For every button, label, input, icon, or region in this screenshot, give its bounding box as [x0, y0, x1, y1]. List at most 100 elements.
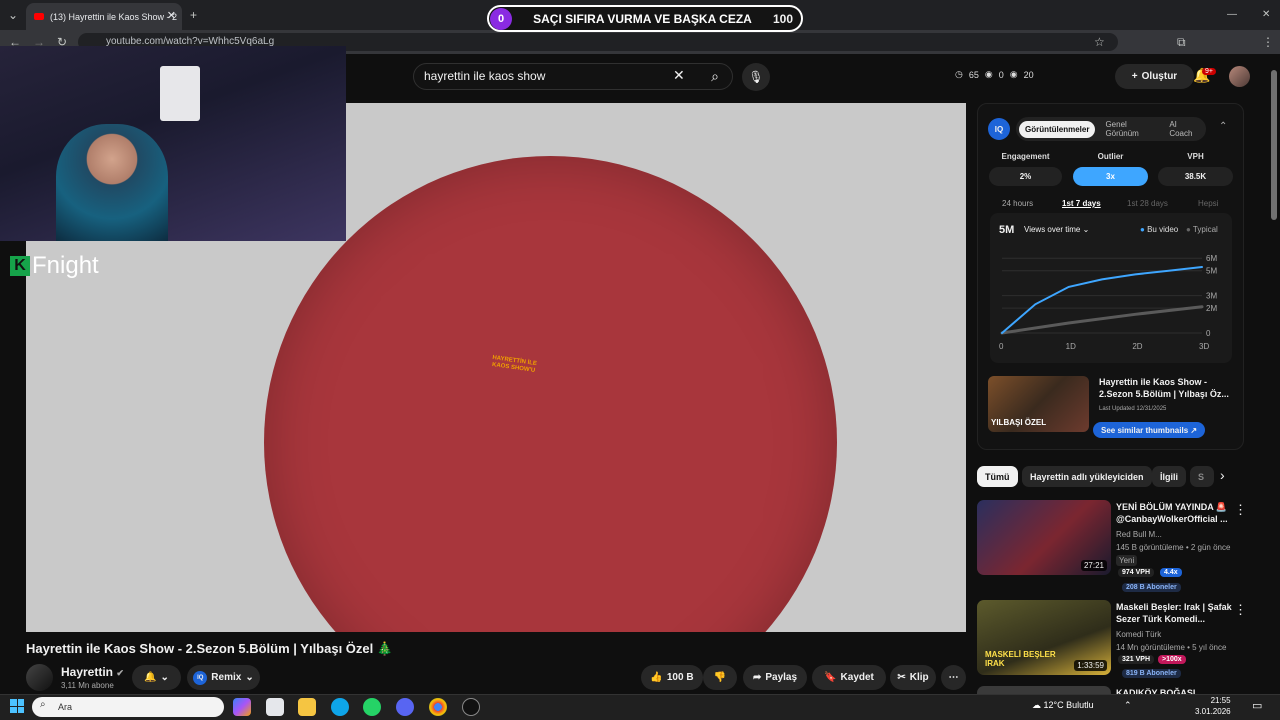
clip-button[interactable]: ✂ Klip — [890, 665, 936, 690]
close-window-icon[interactable]: ✕ — [1262, 3, 1270, 27]
related-thumbnail[interactable] — [977, 686, 1111, 694]
metric-outlier-label: Outlier — [1097, 152, 1124, 161]
search-button[interactable]: ⌕ — [697, 63, 733, 90]
legend-this-label: Bu video — [1147, 225, 1179, 234]
extension-stats[interactable]: ◷ 65 ◉ 0 ◉ 20 — [955, 69, 1034, 80]
banner-left-counter: 0 — [490, 7, 512, 30]
obs-icon[interactable] — [462, 698, 480, 716]
notification-center-icon[interactable]: ▭ — [1252, 699, 1262, 712]
range-24h[interactable]: 24 hours — [1002, 199, 1033, 208]
chip-related[interactable]: İlgili — [1152, 466, 1186, 487]
notification-badge: 9+ — [1202, 68, 1216, 75]
collapse-panel-icon[interactable]: ⌃ — [1219, 121, 1227, 132]
chip-from-uploader[interactable]: Hayrettin adlı yükleyiciden — [1022, 466, 1152, 487]
chrome-icon[interactable] — [429, 698, 447, 716]
tab-list-icon[interactable]: ⌄ — [8, 3, 18, 27]
hanging-jersey — [160, 66, 200, 121]
save-button[interactable]: 🔖 Kaydet — [812, 665, 886, 690]
more-actions-button[interactable]: ⋯ — [941, 665, 966, 690]
extensions-icon[interactable]: ⧉ — [1177, 30, 1186, 54]
y-tick-label: 5M — [1206, 267, 1217, 276]
system-clock[interactable]: 21:55 3.01.2026 — [1195, 695, 1231, 717]
stat-2: 0 — [998, 69, 1004, 80]
eye-icon: ◉ — [984, 69, 993, 79]
tab-overview[interactable]: Genel Görünüm — [1099, 116, 1159, 142]
brand-name: Fnight — [32, 252, 99, 279]
views-icon: ◉ — [1009, 69, 1018, 79]
channel-avatar[interactable] — [26, 664, 53, 691]
account-avatar[interactable] — [1229, 66, 1250, 87]
chart-mode-dropdown[interactable]: Views over time ⌄ — [1024, 225, 1089, 234]
range-all[interactable]: Hepsi — [1198, 199, 1218, 208]
microphone-icon: 🎙 — [748, 70, 764, 84]
remix-button[interactable]: IQ Remix ⌄ — [187, 665, 260, 690]
cloud-icon: ☁ — [1032, 700, 1041, 710]
challenge-banner: 0 SAÇI SIFIRA VURMA VE BAŞKA CEZA 100 — [487, 5, 803, 32]
new-badge: Yeni — [1116, 555, 1138, 566]
chevron-right-icon[interactable]: › — [1220, 467, 1225, 483]
related-title[interactable]: Maskeli Beşler: Irak | Şafak Sezer Türk … — [1116, 601, 1234, 625]
more-options-icon[interactable]: ⋮ — [1234, 602, 1247, 618]
range-28d[interactable]: 1st 28 days — [1127, 199, 1168, 208]
related-meta: 14 Mn görüntüleme • 5 yıl önce — [1116, 643, 1227, 652]
clip-label: Klip — [909, 672, 929, 683]
tab-title: (13) Hayrettin ile Kaos Show - 2 — [50, 11, 178, 22]
search-input[interactable]: hayrettin ile kaos show — [413, 63, 733, 90]
create-button[interactable]: + Oluştur — [1115, 64, 1194, 89]
save-label: Kaydet — [840, 672, 874, 683]
related-channel[interactable]: Red Bull M... — [1116, 529, 1162, 540]
clock-time: 21:55 — [1210, 696, 1231, 705]
edge-icon[interactable] — [331, 698, 349, 716]
clear-search-icon[interactable]: ✕ — [673, 67, 685, 84]
create-label: Oluştur — [1141, 71, 1178, 82]
whatsapp-icon[interactable] — [363, 698, 381, 716]
taskbar-search[interactable]: Ara — [32, 697, 224, 717]
minimize-icon[interactable]: — — [1227, 3, 1237, 27]
store-icon[interactable] — [266, 698, 284, 716]
page-scrollbar[interactable] — [1271, 70, 1277, 220]
bell-icon: 🔔 — [144, 672, 157, 683]
chip-more[interactable]: S — [1190, 466, 1214, 487]
series-line-typical — [1000, 305, 1204, 335]
start-button[interactable] — [10, 699, 24, 713]
close-tab-icon[interactable]: ✕ — [167, 9, 176, 22]
browser-menu-icon[interactable]: ⋮ — [1262, 30, 1274, 54]
related-title[interactable]: YENİ BÖLÜM YAYINDA 🚨 @CanbayWolkerOffici… — [1116, 501, 1234, 525]
subscription-bell-button[interactable]: 🔔 ⌄ — [132, 665, 181, 690]
new-tab-icon[interactable]: + — [190, 3, 197, 27]
y-tick-label: 0 — [1206, 329, 1211, 338]
voice-search-button[interactable]: 🎙 — [742, 63, 770, 91]
scissors-icon: ✂ — [897, 672, 906, 683]
metric-vph-value: 38.5K — [1158, 167, 1233, 186]
legend-dot-icon: ● — [1140, 225, 1145, 234]
banner-title: SAÇI SIFIRA VURMA VE BAŞKA CEZA — [533, 11, 752, 26]
like-button[interactable]: 👍 100 B — [641, 665, 703, 690]
copilot-icon[interactable] — [233, 698, 251, 716]
bookmark-star-icon[interactable]: ☆ — [1094, 30, 1105, 54]
tab-views[interactable]: Görüntülenmeler — [1019, 120, 1096, 138]
search-icon: ⌕ — [711, 68, 719, 84]
tray-chevron-icon[interactable]: ⌃ — [1124, 700, 1132, 711]
see-similar-label: See similar thumbnails — [1101, 425, 1189, 435]
see-similar-thumbnails-button[interactable]: See similar thumbnails ↗ — [1093, 422, 1206, 438]
x-tick-label: 0 — [999, 342, 1004, 351]
weather-widget[interactable]: ☁ 12°C Bulutlu — [1032, 700, 1094, 711]
range-7d[interactable]: 1st 7 days — [1062, 199, 1101, 208]
chip-all[interactable]: Tümü — [977, 466, 1018, 487]
related-thumbnail[interactable]: MASKELİ BEŞLER IRAK 1:33:59 — [977, 600, 1111, 675]
related-channel[interactable]: Komedi Türk — [1116, 629, 1161, 640]
current-video-thumbnail[interactable]: YILBAŞI ÖZEL — [988, 376, 1089, 432]
dislike-button[interactable]: 👎 — [703, 665, 737, 690]
related-thumbnail[interactable]: 27:21 — [977, 500, 1111, 575]
discord-icon[interactable] — [396, 698, 414, 716]
file-explorer-icon[interactable] — [298, 698, 316, 716]
related-title[interactable]: KADIKÖY BOĞASI — [1116, 687, 1234, 694]
search-icon: ⌕ — [40, 699, 46, 710]
share-button[interactable]: ➦ Paylaş — [743, 665, 807, 690]
browser-tab[interactable]: (13) Hayrettin ile Kaos Show - 2 ✕ — [26, 3, 182, 30]
tab-ai-coach[interactable]: AI Coach — [1163, 116, 1203, 142]
channel-name[interactable]: Hayrettin ✔ — [61, 665, 124, 679]
more-options-icon[interactable]: ⋮ — [1234, 502, 1247, 518]
video-duration: 1:33:59 — [1074, 660, 1107, 671]
x-tick-label: 3D — [1199, 342, 1209, 351]
